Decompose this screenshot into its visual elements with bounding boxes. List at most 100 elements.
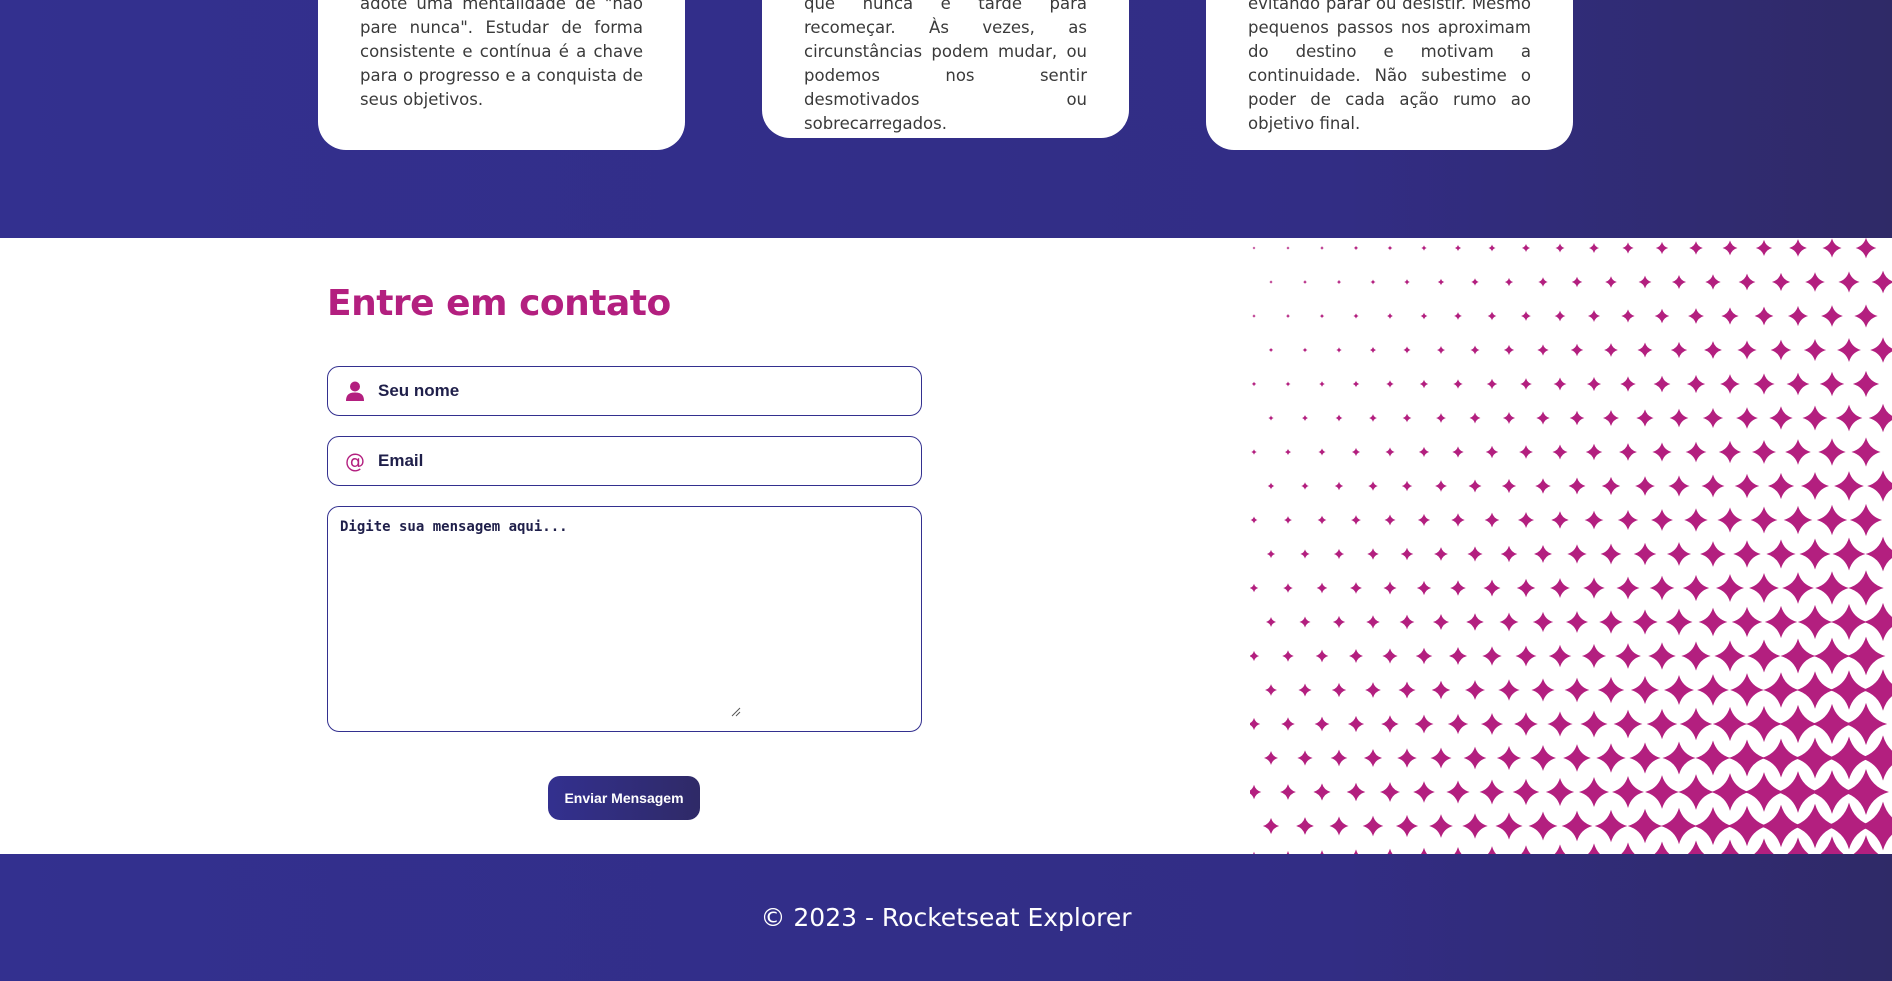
star-shape bbox=[1818, 438, 1846, 466]
star-shape bbox=[1268, 415, 1274, 421]
star-shape bbox=[1286, 246, 1290, 250]
star-shape bbox=[1662, 741, 1696, 775]
star-shape bbox=[1250, 717, 1261, 731]
star-shape bbox=[1471, 278, 1479, 286]
star-shape bbox=[1446, 780, 1470, 804]
info-card-1: adote uma mentalidade de "não pare nunca… bbox=[318, 0, 685, 150]
star-shape bbox=[1517, 511, 1535, 529]
star-shape bbox=[1698, 607, 1728, 637]
star-shape bbox=[1483, 579, 1501, 597]
info-card-text: que nunca é tarde para recomeçar. Às vez… bbox=[804, 0, 1087, 133]
star-shape bbox=[1447, 713, 1469, 735]
star-shape bbox=[1789, 239, 1807, 257]
star-shape bbox=[1718, 440, 1742, 464]
star-shape bbox=[1314, 716, 1330, 732]
star-shape bbox=[1587, 309, 1601, 323]
star-shape bbox=[1685, 441, 1707, 463]
star-shape bbox=[1613, 709, 1643, 739]
star-shape bbox=[1655, 241, 1669, 255]
star-shape bbox=[1488, 244, 1496, 252]
star-shape bbox=[1365, 682, 1381, 698]
star-shape bbox=[1420, 312, 1428, 320]
star-shape bbox=[1763, 672, 1799, 708]
name-field[interactable] bbox=[327, 366, 922, 416]
star-shape bbox=[1330, 749, 1348, 767]
star-shape bbox=[1629, 742, 1661, 774]
star-shape bbox=[1616, 576, 1640, 600]
star-shape bbox=[1745, 705, 1783, 743]
star-shape bbox=[1545, 777, 1575, 807]
message-textarea[interactable] bbox=[340, 519, 910, 714]
star-shape bbox=[1785, 439, 1811, 465]
star-shape bbox=[1747, 639, 1781, 673]
star-shape bbox=[1730, 673, 1764, 707]
star-shape bbox=[1615, 643, 1641, 669]
star-shape bbox=[1705, 274, 1721, 290]
email-field[interactable]: @ bbox=[327, 436, 922, 486]
star-shape bbox=[1822, 238, 1842, 258]
star-shape bbox=[1695, 740, 1731, 776]
star-shape bbox=[1521, 311, 1531, 321]
star-shape bbox=[1250, 784, 1262, 800]
star-shape bbox=[1728, 739, 1766, 777]
star-shape bbox=[1503, 344, 1515, 356]
star-shape bbox=[1387, 245, 1393, 251]
star-shape bbox=[1418, 446, 1430, 458]
resize-handle-icon[interactable] bbox=[731, 707, 741, 717]
star-shape bbox=[1548, 644, 1572, 668]
star-shape bbox=[1504, 277, 1514, 287]
star-shape bbox=[1671, 274, 1687, 290]
star-shape bbox=[1416, 580, 1432, 596]
star-shape bbox=[1749, 573, 1779, 603]
email-input[interactable] bbox=[378, 437, 921, 485]
star-shape bbox=[1684, 508, 1708, 532]
star-shape bbox=[1767, 472, 1795, 500]
star-shape bbox=[1621, 842, 1635, 854]
star-shape bbox=[1400, 547, 1414, 561]
star-shape bbox=[1487, 311, 1497, 321]
star-shape bbox=[1712, 706, 1748, 742]
star-shape bbox=[1855, 238, 1877, 259]
star-shape bbox=[1521, 243, 1531, 253]
name-input[interactable] bbox=[378, 367, 921, 415]
star-shape bbox=[1753, 373, 1775, 395]
star-shape bbox=[1301, 414, 1309, 422]
star-shape bbox=[1252, 314, 1256, 318]
star-shape bbox=[1486, 378, 1498, 390]
star-shape bbox=[1846, 636, 1886, 676]
star-shape bbox=[1346, 782, 1366, 802]
send-message-button[interactable]: Enviar Mensagem bbox=[548, 776, 700, 820]
star-shape bbox=[1535, 478, 1551, 494]
star-shape bbox=[1453, 379, 1463, 389]
star-shape bbox=[1469, 412, 1481, 424]
star-shape bbox=[1561, 810, 1593, 842]
star-shape bbox=[1571, 276, 1583, 288]
star-shape bbox=[1665, 608, 1693, 636]
star-shape bbox=[1251, 449, 1257, 455]
star-shape bbox=[1580, 710, 1608, 738]
star-shape bbox=[1782, 572, 1814, 604]
star-shape bbox=[1837, 338, 1861, 362]
star-shape bbox=[1500, 545, 1518, 563]
star-shape bbox=[1451, 513, 1465, 527]
star-shape bbox=[1603, 410, 1619, 426]
star-shape bbox=[1800, 471, 1830, 501]
star-shape bbox=[1496, 745, 1522, 771]
star-shape bbox=[1415, 647, 1433, 665]
star-shape bbox=[1514, 712, 1538, 736]
star-shape bbox=[1830, 603, 1868, 641]
star-shape bbox=[1530, 745, 1556, 771]
message-field[interactable] bbox=[327, 506, 922, 732]
star-shape bbox=[1635, 476, 1655, 496]
star-shape bbox=[1627, 808, 1663, 844]
star-shape bbox=[1265, 684, 1277, 696]
star-shape bbox=[1601, 476, 1621, 496]
footer-copyright: © 2023 - Rocketseat Explorer bbox=[760, 903, 1132, 932]
star-shape bbox=[1464, 679, 1486, 701]
star-shape bbox=[1668, 475, 1690, 497]
star-shape bbox=[1838, 271, 1860, 293]
user-icon bbox=[344, 380, 366, 402]
star-shape bbox=[1382, 648, 1398, 664]
star-shape bbox=[1268, 347, 1274, 353]
star-shape bbox=[1630, 675, 1660, 705]
